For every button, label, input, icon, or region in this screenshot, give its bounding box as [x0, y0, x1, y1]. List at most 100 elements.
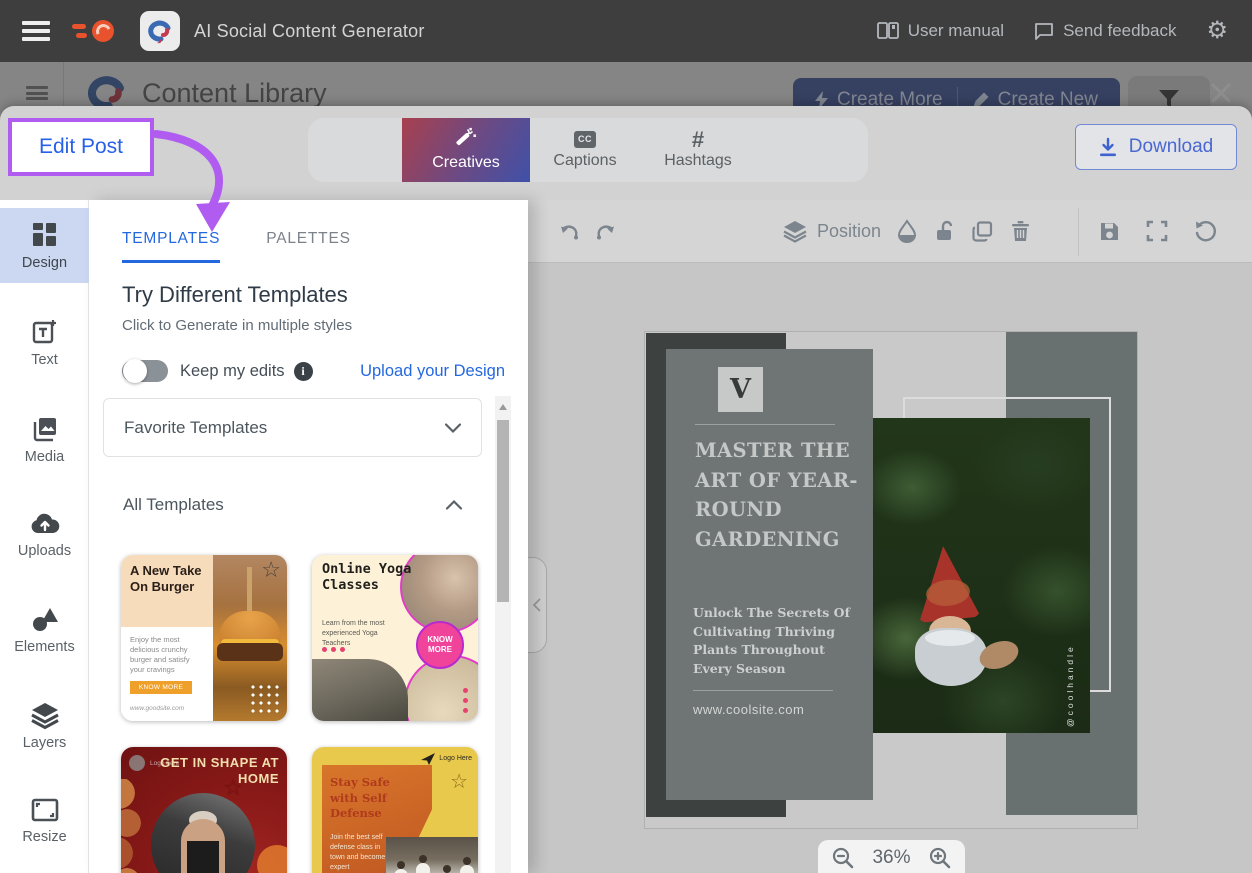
keep-edits-row: Keep my edits i Upload your Design	[122, 360, 505, 382]
burger-text-panel: A New Take On Burger Enjoy the most deli…	[121, 555, 213, 721]
template-description: Learn from the most experienced Yoga Tea…	[322, 619, 404, 648]
canvas-heading-text[interactable]: MASTER THE ART OF YEAR-ROUND GARDENING	[695, 436, 877, 554]
panel-scrollbar	[495, 396, 511, 873]
copy-icon	[972, 221, 993, 242]
semrush-logo-icon[interactable]	[72, 18, 116, 44]
position-button[interactable]: Position	[783, 214, 881, 248]
undo-button[interactable]	[552, 214, 586, 248]
annotation-arrow	[150, 120, 260, 240]
paper-plane-icon	[421, 753, 435, 765]
sidebar-item-label: Uploads	[18, 543, 71, 559]
download-label: Download	[1129, 136, 1214, 158]
tab-creatives-label: Creatives	[432, 154, 500, 172]
layers-stack-icon	[31, 702, 59, 728]
captions-cc-icon: CC	[574, 131, 596, 148]
panel-collapse-handle[interactable]	[528, 557, 547, 653]
star-icon: ☆	[261, 557, 281, 583]
all-templates-header[interactable]: All Templates	[103, 495, 482, 515]
design-canvas[interactable]: V MASTER THE ART OF YEAR-ROUND GARDENING…	[645, 332, 1137, 828]
template-card-gym[interactable]: Logo here GET IN SHAPE AT HOME ☆	[121, 747, 287, 873]
zoom-out-button[interactable]	[832, 847, 854, 869]
content-type-tabs: Creatives CC Captions # Hashtags	[308, 118, 868, 182]
lock-button[interactable]	[927, 214, 961, 248]
text-panel-shape[interactable]	[666, 349, 873, 800]
canvas-body-text[interactable]: Unlock The Secrets Of Cultivating Thrivi…	[693, 604, 861, 678]
transparency-button[interactable]	[890, 214, 924, 248]
gnome-mustache-shape	[925, 630, 975, 646]
chevron-left-icon	[533, 598, 541, 612]
favorite-templates-header[interactable]: Favorite Templates	[103, 398, 482, 457]
redo-icon	[594, 221, 618, 241]
template-cta-button: KNOW MORE	[130, 681, 192, 694]
scroll-up-arrow[interactable]	[499, 404, 507, 410]
sidebar-item-uploads[interactable]: Uploads	[0, 499, 89, 571]
delete-button[interactable]	[1003, 214, 1037, 248]
canvas-website-text[interactable]: www.coolsite.com	[693, 702, 804, 717]
edit-post-label: Edit Post	[39, 135, 123, 159]
star-icon: ☆	[223, 775, 243, 801]
magic-wand-icon	[454, 128, 478, 150]
tab-hashtags-label: Hashtags	[664, 152, 732, 170]
shapes-icon	[31, 606, 59, 632]
sidebar-item-label: Design	[22, 255, 67, 271]
template-description: Join the best self defense class in town…	[330, 833, 388, 873]
hamburger-menu-icon[interactable]	[22, 21, 50, 41]
template-card-defense[interactable]: Stay Safe with Self Defense Join the bes…	[312, 747, 478, 873]
upload-your-design-link[interactable]: Upload your Design	[360, 362, 505, 381]
duplicate-button[interactable]	[965, 214, 999, 248]
reset-button[interactable]	[1188, 214, 1222, 248]
zoom-in-button[interactable]	[929, 847, 951, 869]
scrollbar-thumb[interactable]	[497, 420, 509, 602]
yoga-photo-left	[312, 659, 408, 721]
sidebar-item-media[interactable]: Media	[0, 402, 89, 477]
circle-accents	[121, 779, 147, 873]
app-root: AI Social Content Generator User manual …	[0, 0, 1252, 873]
redo-button[interactable]	[589, 214, 623, 248]
divider-line	[695, 424, 835, 425]
tab-palettes[interactable]: PALETTES	[266, 230, 351, 263]
sidebar-item-layers[interactable]: Layers	[0, 689, 89, 763]
app-logo-icon	[140, 11, 180, 51]
app-title: AI Social Content Generator	[194, 21, 425, 42]
tab-hashtags[interactable]: # Hashtags	[640, 118, 756, 182]
sidebar-item-label: Elements	[14, 639, 74, 655]
logo-circle-icon	[129, 755, 145, 771]
reset-icon	[1194, 220, 1216, 242]
logo-placeholder: Logo Here	[421, 753, 472, 765]
droplet-icon	[898, 220, 916, 242]
tab-captions[interactable]: CC Captions	[530, 118, 640, 182]
brand-logo-v[interactable]: V	[718, 367, 763, 412]
info-icon[interactable]: i	[294, 362, 313, 381]
sidebar-item-label: Layers	[23, 735, 67, 751]
chevron-down-icon	[445, 418, 461, 438]
template-card-burger[interactable]: A New Take On Burger Enjoy the most deli…	[121, 555, 287, 721]
sidebar-item-text[interactable]: Text	[0, 305, 89, 380]
canvas-handle-text[interactable]: @coolhandle	[1065, 632, 1081, 740]
gnome-photo[interactable]	[873, 418, 1090, 733]
brain-swirl-icon	[147, 18, 173, 44]
tab-creatives[interactable]: Creatives	[402, 118, 530, 182]
user-manual-link[interactable]: User manual	[877, 21, 1004, 41]
fullscreen-button[interactable]	[1140, 214, 1174, 248]
template-card-yoga[interactable]: Online Yoga Classes Learn from the most …	[312, 555, 478, 721]
fullscreen-icon	[1147, 221, 1167, 241]
unlock-icon	[934, 220, 954, 242]
sidebar-item-label: Media	[25, 449, 65, 465]
keep-my-edits-toggle[interactable]	[122, 360, 168, 382]
sidebar-item-elements[interactable]: Elements	[0, 593, 89, 667]
template-title: A New Take On Burger	[130, 563, 206, 594]
layers-icon	[783, 220, 807, 242]
download-button[interactable]: Download	[1075, 124, 1237, 170]
sidebar-item-design[interactable]: Design	[0, 208, 89, 283]
save-button[interactable]	[1092, 214, 1126, 248]
text-icon	[31, 318, 58, 345]
canvas-area: V MASTER THE ART OF YEAR-ROUND GARDENING…	[528, 263, 1252, 873]
user-manual-label: User manual	[908, 21, 1004, 41]
zoom-in-icon	[929, 847, 951, 869]
settings-gear-icon[interactable]: ⚙	[1206, 19, 1228, 43]
send-feedback-link[interactable]: Send feedback	[1034, 21, 1176, 41]
sidebar-item-resize[interactable]: Resize	[0, 785, 89, 857]
download-icon	[1099, 138, 1117, 157]
editor-header: Creatives CC Captions # Hashtags Downloa…	[0, 106, 1252, 200]
zoom-control: 36%	[818, 840, 965, 873]
